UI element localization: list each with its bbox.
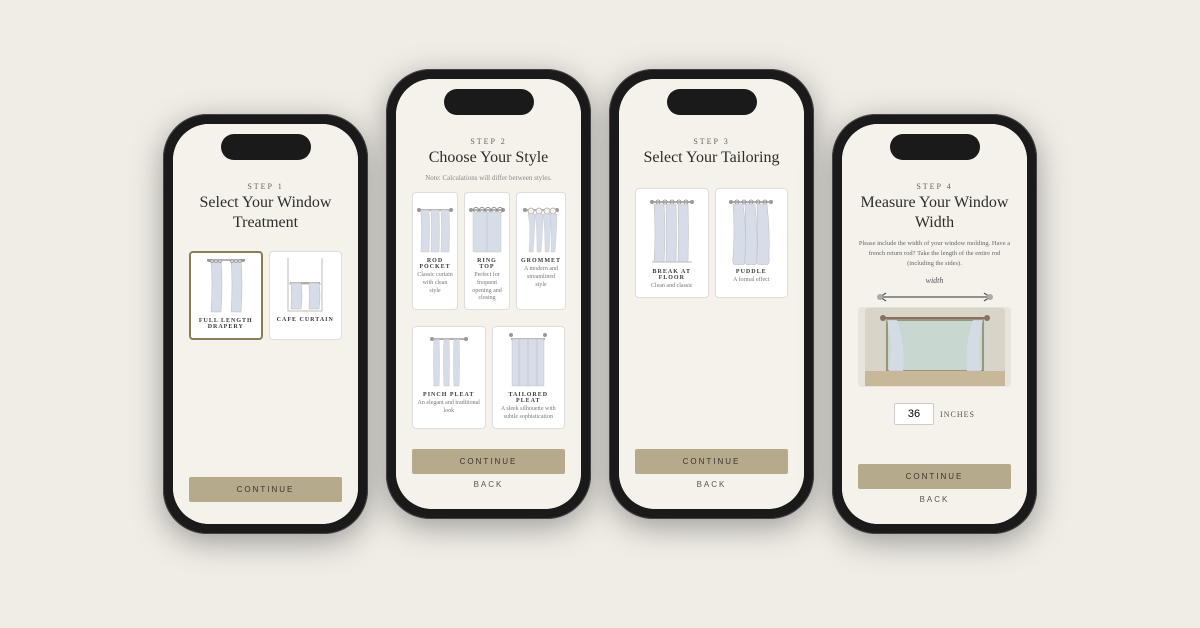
phone-4-dynamic-island xyxy=(890,134,980,160)
measurement-input-row: INCHES xyxy=(894,403,975,425)
option-tailored-pleat[interactable]: TAILORED PLEAT A sleek silhouette with s… xyxy=(492,326,566,429)
puddle-label: PUDDLE xyxy=(736,269,767,275)
phone-4: STEP 4 Measure Your Window Width Please … xyxy=(832,114,1037,534)
ring-top-desc: Perfect for frequent opening and closing xyxy=(469,272,505,303)
rod-pocket-img xyxy=(417,199,453,254)
phone-3-screen: STEP 3 Select Your Tailoring xyxy=(619,79,804,509)
option-puddle[interactable]: PUDDLE A formal effect xyxy=(715,188,789,298)
phone-2-bottom-options: PINCH PLEAT An elegant and traditional l… xyxy=(412,326,565,429)
pinch-pleat-icon xyxy=(430,333,468,388)
phone-4-step-desc: Please include the width of your window … xyxy=(858,239,1011,268)
option-break-at-floor[interactable]: BREAK AT FLOOR Clean and classic xyxy=(635,188,709,298)
full-length-img xyxy=(195,259,257,314)
phone-3-continue-btn[interactable]: CONTINUE xyxy=(635,449,788,474)
ring-top-img xyxy=(469,199,505,254)
tailored-pleat-icon xyxy=(509,333,547,388)
phone-3-dynamic-island xyxy=(667,89,757,115)
pinch-pleat-desc: An elegant and traditional look xyxy=(417,400,481,416)
phone-2-step-label: STEP 2 xyxy=(412,137,565,146)
ring-top-icon xyxy=(469,204,505,254)
grommet-desc: A modern and streamlined style xyxy=(521,266,561,289)
option-ring-top[interactable]: RING TOP Perfect for frequent opening an… xyxy=(464,192,510,310)
rod-pocket-label: ROD POCKET xyxy=(417,258,453,270)
phone-4-step-title: Measure Your Window Width xyxy=(858,193,1011,233)
phone-1-continue-btn[interactable]: CONTINUE xyxy=(189,477,342,502)
option-grommet[interactable]: GROMMET A modern and streamlined style xyxy=(516,192,566,310)
tailored-pleat-img xyxy=(497,333,561,388)
width-arrow-svg xyxy=(870,287,1000,307)
break-at-floor-desc: Clean and classic xyxy=(651,283,693,291)
phone-1-step-title: Select Your Window Treatment xyxy=(189,193,342,233)
phone-1-options: FULL LENGTH DRAPERY xyxy=(189,251,342,340)
measurement-room-img xyxy=(858,307,1011,387)
rod-pocket-desc: Classic curtain with clean style xyxy=(417,272,453,295)
break-at-floor-img xyxy=(640,195,704,265)
full-length-label: FULL LENGTH DRAPERY xyxy=(195,318,257,330)
width-diagram: width xyxy=(858,276,1011,387)
cafe-curtain-icon xyxy=(286,258,324,313)
phone-2-step-note: Note: Calculations will differ between s… xyxy=(412,174,565,182)
option-full-length[interactable]: FULL LENGTH DRAPERY xyxy=(189,251,263,340)
break-at-floor-label: BREAK AT FLOOR xyxy=(640,269,704,281)
ring-top-label: RING TOP xyxy=(469,258,505,270)
phone-4-continue-btn[interactable]: CONTINUE xyxy=(858,464,1011,489)
full-length-curtain-icon xyxy=(207,259,245,314)
width-input[interactable] xyxy=(894,403,934,425)
phone-4-screen: STEP 4 Measure Your Window Width Please … xyxy=(842,124,1027,524)
phone-2-continue-btn[interactable]: CONTINUE xyxy=(412,449,565,474)
phone-1: STEP 1 Select Your Window Treatment xyxy=(163,114,368,534)
grommet-label: GROMMET xyxy=(521,258,561,264)
grommet-icon xyxy=(523,204,559,254)
cafe-curtain-img xyxy=(274,258,338,313)
puddle-img xyxy=(720,195,784,265)
phone-1-screen: STEP 1 Select Your Window Treatment xyxy=(173,124,358,524)
phone-2-step-title: Choose Your Style xyxy=(412,148,565,168)
puddle-icon xyxy=(729,197,773,265)
pinch-pleat-label: PINCH PLEAT xyxy=(423,392,474,398)
phone-1-dynamic-island xyxy=(221,134,311,160)
phone-3-options: BREAK AT FLOOR Clean and classic xyxy=(635,188,788,298)
phone-2: STEP 2 Choose Your Style Note: Calculati… xyxy=(386,69,591,519)
phone-4-back-btn[interactable]: BACK xyxy=(920,495,950,504)
phone-2-back-btn[interactable]: BACK xyxy=(474,480,504,489)
cafe-curtain-label: CAFE CURTAIN xyxy=(277,317,334,323)
inches-label: INCHES xyxy=(940,410,975,419)
pinch-pleat-img xyxy=(417,333,481,388)
rod-pocket-icon xyxy=(417,204,453,254)
phone-4-step-label: STEP 4 xyxy=(858,182,1011,191)
break-at-floor-icon xyxy=(650,197,694,265)
puddle-desc: A formal effect xyxy=(733,277,770,285)
phone-1-step-label: STEP 1 xyxy=(189,182,342,191)
phone-2-dynamic-island xyxy=(444,89,534,115)
tailored-pleat-label: TAILORED PLEAT xyxy=(497,392,561,404)
width-label: width xyxy=(926,276,944,285)
option-pinch-pleat[interactable]: PINCH PLEAT An elegant and traditional l… xyxy=(412,326,486,429)
phone-2-top-options: ROD POCKET Classic curtain with clean st… xyxy=(412,192,565,310)
phone-3-step-title: Select Your Tailoring xyxy=(635,148,788,168)
option-cafe-curtain[interactable]: CAFE CURTAIN xyxy=(269,251,343,340)
grommet-img xyxy=(521,199,561,254)
phone-3-back-btn[interactable]: BACK xyxy=(697,480,727,489)
phone-3: STEP 3 Select Your Tailoring xyxy=(609,69,814,519)
phone-2-screen: STEP 2 Choose Your Style Note: Calculati… xyxy=(396,79,581,509)
phone-3-step-label: STEP 3 xyxy=(635,137,788,146)
room-scene-svg xyxy=(865,308,1005,386)
tailored-pleat-desc: A sleek silhouette with subtle sophistic… xyxy=(497,406,561,422)
option-rod-pocket[interactable]: ROD POCKET Classic curtain with clean st… xyxy=(412,192,458,310)
